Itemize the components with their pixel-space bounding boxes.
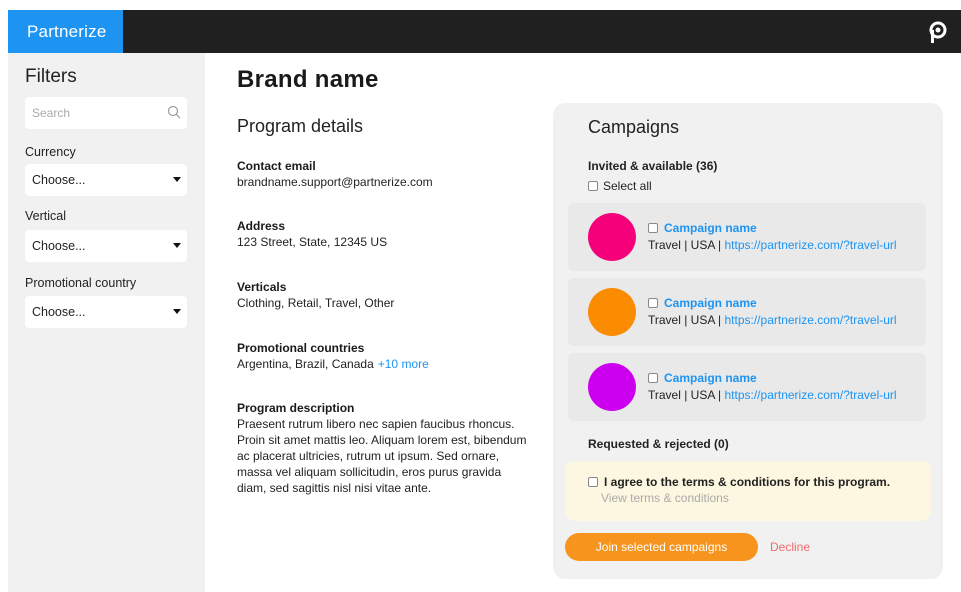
campaign-url-link[interactable]: https://partnerize.com/?travel-url [725, 313, 897, 327]
campaign-meta: Travel | USA | https://partnerize.com/?t… [648, 313, 897, 327]
campaign-name-text: Campaign name [664, 371, 757, 385]
campaign-card[interactable]: Campaign name Travel | USA | https://par… [568, 353, 926, 421]
campaign-name[interactable]: Campaign name [648, 371, 757, 385]
checkbox[interactable] [648, 373, 658, 383]
vertical-label: Vertical [25, 209, 66, 223]
top-bar: Partnerize [8, 10, 961, 53]
campaign-card[interactable]: Campaign name Travel | USA | https://par… [568, 278, 926, 346]
vertical-value: Choose... [32, 239, 86, 253]
caret-down-icon [173, 177, 181, 182]
filters-title: Filters [25, 66, 77, 87]
campaign-name[interactable]: Campaign name [648, 221, 757, 235]
detail-value: 123 Street, State, 12345 US [237, 235, 388, 249]
search-input[interactable]: Search [25, 97, 187, 129]
caret-down-icon [173, 309, 181, 314]
program-description-detail: Program description Praesent rutrum libe… [237, 400, 527, 496]
invited-heading: Invited & available (36) [588, 159, 718, 173]
campaign-url-link[interactable]: https://partnerize.com/?travel-url [725, 238, 897, 252]
detail-label: Address [237, 219, 286, 233]
checkbox[interactable] [588, 477, 598, 487]
search-placeholder: Search [32, 106, 71, 120]
detail-value: Argentina, Brazil, Canada +10 more [237, 356, 527, 372]
detail-value: brandname.support@partnerize.com [237, 175, 433, 189]
campaign-meta-text: Travel | USA | [648, 388, 722, 402]
campaigns-panel: Campaigns Invited & available (36) Selec… [553, 103, 943, 579]
countries-list: Argentina, Brazil, Canada [237, 357, 374, 371]
program-details-title: Program details [237, 116, 364, 136]
address-detail: Address 123 Street, State, 12345 US [237, 218, 527, 250]
detail-label: Promotional countries [237, 341, 365, 355]
promotional-countries-detail: Promotional countries Argentina, Brazil,… [237, 340, 527, 372]
app-window: Partnerize Filters Search Currency Choos… [8, 10, 961, 592]
view-terms-link[interactable]: View terms & conditions [601, 491, 729, 505]
search-icon [167, 105, 181, 119]
terms-box: I agree to the terms & conditions for th… [565, 461, 931, 521]
decline-button[interactable]: Decline [770, 540, 810, 554]
currency-select[interactable]: Choose... [25, 164, 187, 196]
campaign-avatar [588, 363, 636, 411]
detail-label: Verticals [237, 280, 287, 294]
campaigns-title: Campaigns [588, 117, 680, 137]
detail-label: Contact email [237, 159, 316, 173]
detail-value: Praesent rutrum libero nec sapien faucib… [237, 417, 527, 495]
filters-sidebar: Filters Search Currency Choose... Vertic… [8, 53, 205, 592]
campaign-avatar [588, 213, 636, 261]
verticals-detail: Verticals Clothing, Retail, Travel, Othe… [237, 279, 527, 311]
terms-checkbox[interactable]: I agree to the terms & conditions for th… [588, 475, 890, 489]
promotional-country-label: Promotional country [25, 276, 137, 290]
promotional-country-select[interactable]: Choose... [25, 296, 187, 328]
campaign-meta: Travel | USA | https://partnerize.com/?t… [648, 388, 897, 402]
campaign-card[interactable]: Campaign name Travel | USA | https://par… [568, 203, 926, 271]
more-countries-link[interactable]: +10 more [378, 357, 429, 371]
terms-label: I agree to the terms & conditions for th… [604, 475, 891, 489]
detail-label: Program description [237, 401, 355, 415]
brand-name: Brand name [237, 66, 379, 93]
contact-email-detail: Contact email brandname.support@partneri… [237, 158, 527, 190]
detail-value: Clothing, Retail, Travel, Other [237, 296, 395, 310]
logo[interactable]: Partnerize [8, 10, 123, 53]
campaign-avatar [588, 288, 636, 336]
promotional-country-value: Choose... [32, 305, 86, 319]
campaign-url-link[interactable]: https://partnerize.com/?travel-url [725, 388, 897, 402]
partnerize-p-icon[interactable] [927, 20, 949, 44]
requested-heading: Requested & rejected (0) [588, 437, 729, 451]
currency-value: Choose... [32, 173, 86, 187]
join-campaigns-button[interactable]: Join selected campaigns [565, 533, 758, 561]
select-all-label: Select all [603, 179, 652, 193]
select-all-checkbox[interactable]: Select all [588, 179, 652, 193]
checkbox[interactable] [648, 223, 658, 233]
campaign-name-text: Campaign name [664, 221, 757, 235]
campaign-meta-text: Travel | USA | [648, 313, 722, 327]
caret-down-icon [173, 243, 181, 248]
campaign-name-text: Campaign name [664, 296, 757, 310]
vertical-select[interactable]: Choose... [25, 230, 187, 262]
checkbox[interactable] [648, 298, 658, 308]
campaign-meta-text: Travel | USA | [648, 238, 722, 252]
campaign-meta: Travel | USA | https://partnerize.com/?t… [648, 238, 897, 252]
campaign-name[interactable]: Campaign name [648, 296, 757, 310]
checkbox[interactable] [588, 181, 598, 191]
currency-label: Currency [25, 145, 76, 159]
